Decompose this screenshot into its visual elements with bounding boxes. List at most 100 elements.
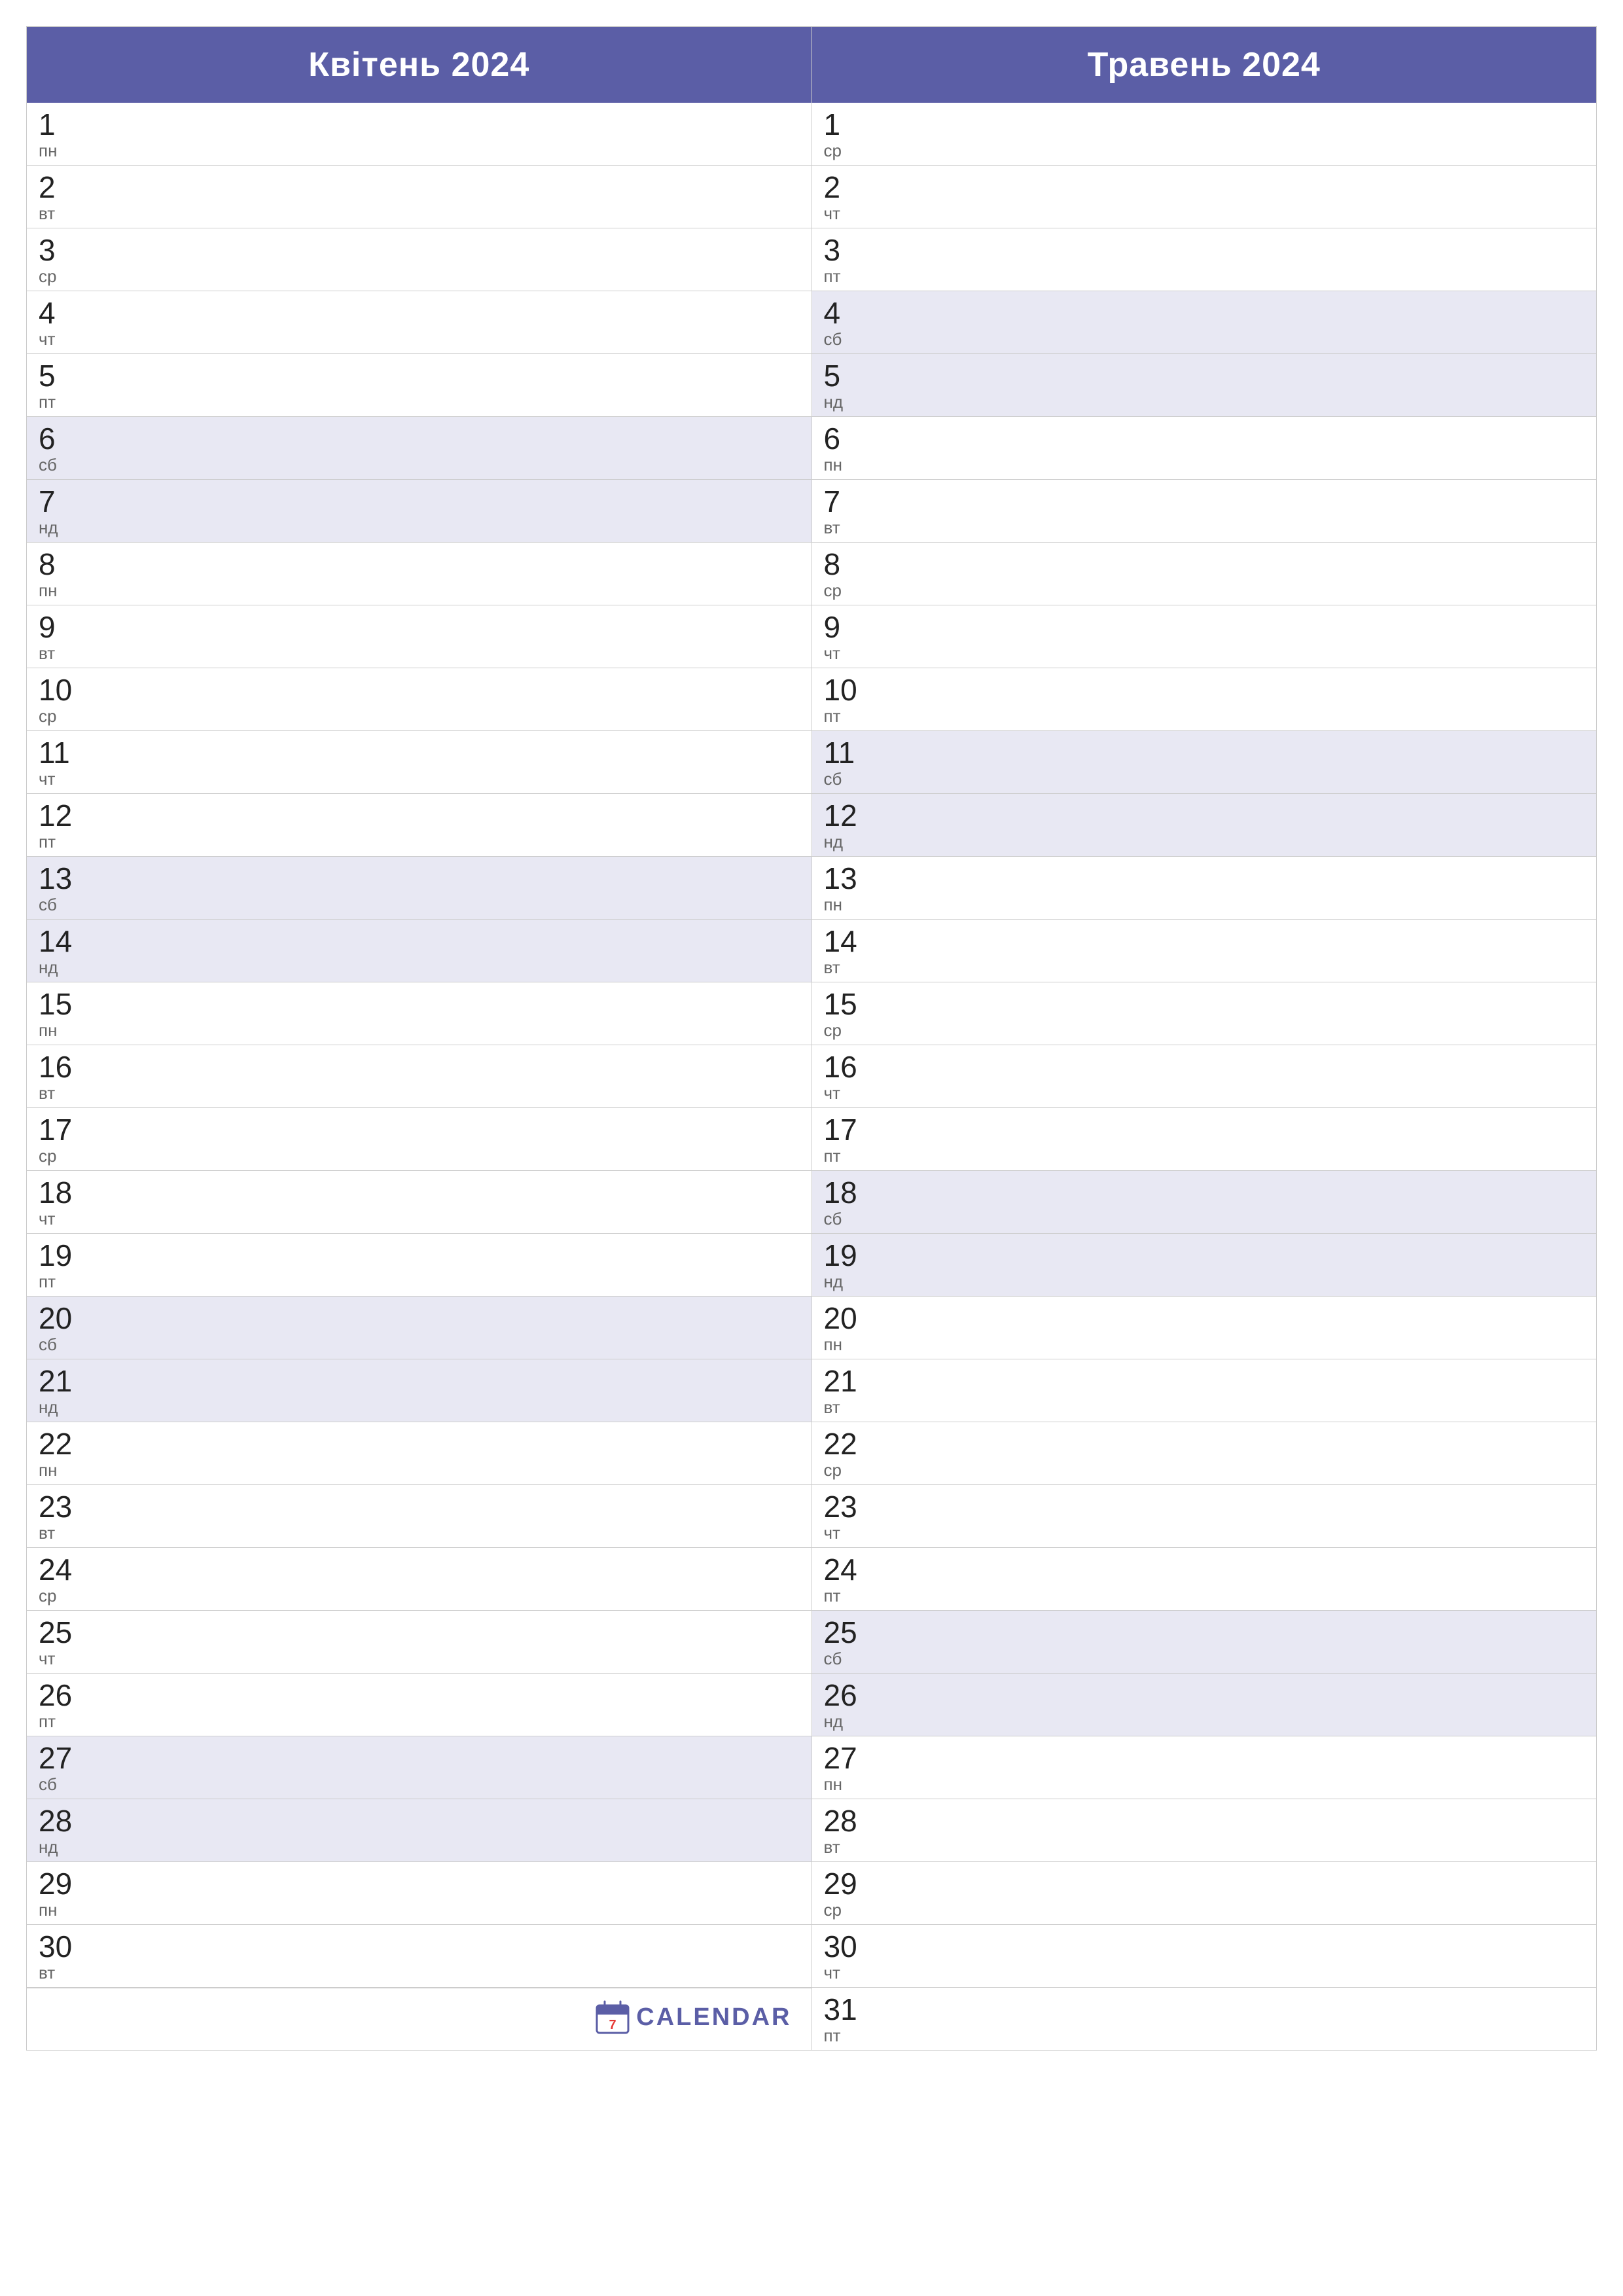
day-content <box>878 354 1597 416</box>
april-day-row: 3ср <box>27 228 812 291</box>
day-content <box>92 354 812 416</box>
day-content <box>878 1108 1597 1170</box>
day-content <box>878 1862 1597 1924</box>
day-name: ср <box>824 1020 842 1041</box>
day-content <box>878 1548 1597 1610</box>
day-number-col: 3ср <box>27 228 92 291</box>
day-name: пт <box>39 392 56 412</box>
april-day-row: 27сб <box>27 1736 812 1799</box>
day-number-col: 5пт <box>27 354 92 416</box>
day-content <box>878 605 1597 668</box>
day-name: чт <box>39 329 55 350</box>
day-number: 20 <box>39 1303 72 1333</box>
day-name: пт <box>39 1272 56 1292</box>
may-day-row: 9чт <box>812 605 1597 668</box>
may-header: Травень 2024 <box>812 27 1597 103</box>
day-content <box>92 982 812 1045</box>
day-number: 1 <box>39 109 56 139</box>
day-number-col: 26пт <box>27 1674 92 1736</box>
day-number-col: 23чт <box>812 1485 878 1547</box>
day-number: 28 <box>39 1806 72 1836</box>
day-content <box>92 1171 812 1233</box>
day-name: чт <box>824 1083 840 1103</box>
day-number-col: 18чт <box>27 1171 92 1233</box>
day-content <box>878 543 1597 605</box>
day-name: нд <box>39 1837 58 1857</box>
day-number: 12 <box>39 800 72 831</box>
day-number-col: 11сб <box>812 731 878 793</box>
day-name: вт <box>39 1523 55 1543</box>
day-number-col: 22ср <box>812 1422 878 1484</box>
april-header: Квітень 2024 <box>27 27 812 103</box>
day-number-col: 14вт <box>812 920 878 982</box>
may-day-row: 21вт <box>812 1359 1597 1422</box>
day-number: 14 <box>824 926 857 956</box>
day-name: сб <box>39 455 57 475</box>
may-day-row: 2чт <box>812 166 1597 228</box>
day-number: 23 <box>39 1492 72 1522</box>
day-number-col: 12пт <box>27 794 92 856</box>
day-number-col: 22пн <box>27 1422 92 1484</box>
day-content <box>878 1485 1597 1547</box>
day-content <box>878 1045 1597 1107</box>
day-number: 26 <box>824 1680 857 1710</box>
day-number-col: 10ср <box>27 668 92 730</box>
april-day-row: 10ср <box>27 668 812 731</box>
day-number-col: 6сб <box>27 417 92 479</box>
day-content <box>92 1862 812 1924</box>
day-content <box>92 228 812 291</box>
day-number: 30 <box>824 1931 857 1962</box>
day-name: пн <box>824 1774 842 1795</box>
day-name: пн <box>39 1460 57 1480</box>
day-content <box>878 480 1597 542</box>
day-name: пт <box>824 1586 841 1606</box>
day-content <box>92 857 812 919</box>
day-number-col: 5нд <box>812 354 878 416</box>
may-day-row: 17пт <box>812 1108 1597 1171</box>
day-name: пт <box>39 1712 56 1732</box>
april-day-row: 5пт <box>27 354 812 417</box>
day-number: 29 <box>824 1869 857 1899</box>
day-number: 13 <box>824 863 857 893</box>
day-number-col: 25сб <box>812 1611 878 1673</box>
day-name: чт <box>824 1523 840 1543</box>
day-number: 26 <box>39 1680 72 1710</box>
day-name: вт <box>39 1083 55 1103</box>
may-day-row: 19нд <box>812 1234 1597 1297</box>
calendar-container: Квітень 20241пн2вт3ср4чт5пт6сб7нд8пн9вт1… <box>26 26 1597 2051</box>
day-name: ср <box>824 141 842 161</box>
day-content <box>878 1736 1597 1799</box>
april-day-row: 15пн <box>27 982 812 1045</box>
day-number: 22 <box>824 1429 857 1459</box>
april-day-row: 6сб <box>27 417 812 480</box>
day-name: пт <box>39 832 56 852</box>
day-number-col: 17пт <box>812 1108 878 1170</box>
may-day-row: 1ср <box>812 103 1597 166</box>
day-name: чт <box>39 1209 55 1229</box>
day-number-col: 12нд <box>812 794 878 856</box>
day-number: 20 <box>824 1303 857 1333</box>
april-day-row: 16вт <box>27 1045 812 1108</box>
day-name: пн <box>824 1335 842 1355</box>
day-number: 8 <box>39 549 56 579</box>
day-number: 8 <box>824 549 841 579</box>
day-number: 5 <box>824 361 841 391</box>
day-number: 18 <box>39 1177 72 1208</box>
day-name: чт <box>824 643 840 664</box>
day-number: 24 <box>824 1554 857 1585</box>
logo-text: CALENDAR <box>636 2003 791 2032</box>
day-number-col: 29пн <box>27 1862 92 1924</box>
day-content <box>92 1611 812 1673</box>
day-content <box>878 103 1597 165</box>
april-day-row: 30вт <box>27 1925 812 1988</box>
day-number-col: 16вт <box>27 1045 92 1107</box>
may-day-row: 20пн <box>812 1297 1597 1359</box>
day-number: 2 <box>39 172 56 202</box>
day-number-col: 11чт <box>27 731 92 793</box>
april-day-row: 26пт <box>27 1674 812 1736</box>
footer-row: 7 CALENDAR <box>27 1988 812 2046</box>
day-number: 25 <box>824 1617 857 1647</box>
may-day-row: 7вт <box>812 480 1597 543</box>
day-number-col: 8ср <box>812 543 878 605</box>
day-content <box>92 166 812 228</box>
